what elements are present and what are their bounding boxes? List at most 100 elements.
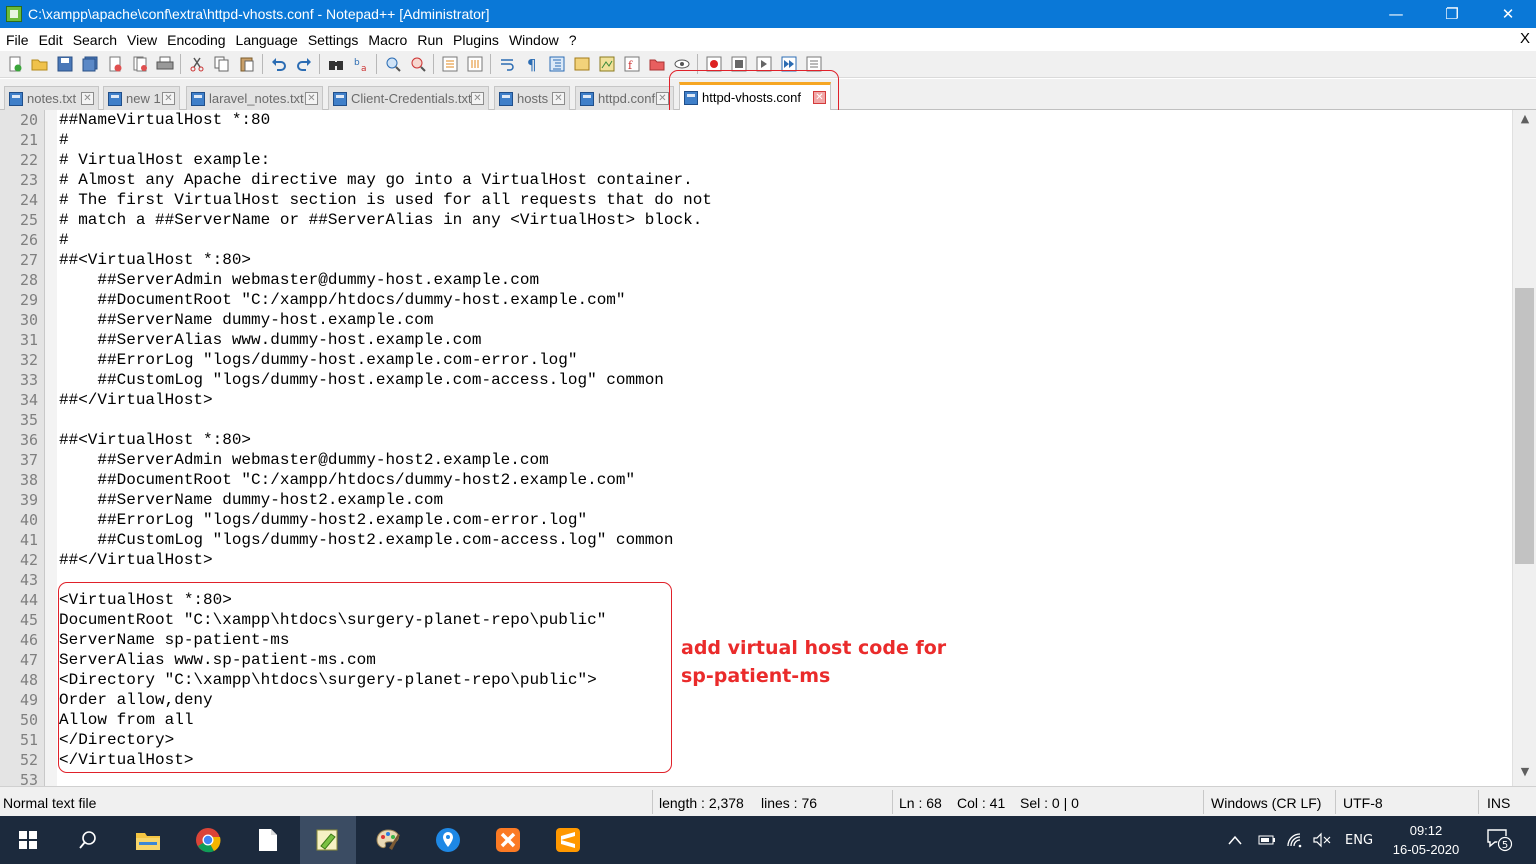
document-map-icon[interactable]: [596, 54, 617, 75]
undo-icon[interactable]: [268, 54, 289, 75]
menu-help[interactable]: ?: [563, 32, 581, 48]
print-icon[interactable]: [154, 54, 175, 75]
battery-tray-button[interactable]: [1256, 816, 1276, 864]
input-language-indicator[interactable]: ENG: [1345, 816, 1373, 864]
code-line[interactable]: ##<VirtualHost *:80>: [59, 430, 251, 450]
close-file-icon[interactable]: [104, 54, 125, 75]
code-line[interactable]: # VirtualHost example:: [59, 150, 270, 170]
zoom-in-icon[interactable]: [382, 54, 403, 75]
paste-icon[interactable]: [236, 54, 257, 75]
code-line[interactable]: ##DocumentRoot "C:/xampp/htdocs/dummy-ho…: [59, 470, 635, 490]
open-file-icon[interactable]: [29, 54, 50, 75]
code-line[interactable]: ##ServerAdmin webmaster@dummy-host.examp…: [59, 270, 539, 290]
function-list-icon[interactable]: f: [621, 54, 642, 75]
replace-icon[interactable]: ba: [350, 54, 371, 75]
scroll-down-icon[interactable]: ▼: [1513, 765, 1536, 783]
title-bar[interactable]: C:\xampp\apache\conf\extra\httpd-vhosts.…: [0, 0, 1536, 28]
tab-client-credentials-txt[interactable]: Client-Credentials.txt ✕: [328, 86, 489, 110]
code-line[interactable]: ##</VirtualHost>: [59, 390, 213, 410]
menu-plugins[interactable]: Plugins: [447, 32, 503, 48]
status-eol-format[interactable]: Windows (CR LF): [1211, 795, 1321, 811]
code-line[interactable]: ##<VirtualHost *:80>: [59, 250, 251, 270]
search-button[interactable]: [60, 816, 116, 864]
code-line[interactable]: # The first VirtualHost section is used …: [59, 190, 712, 210]
folder-workspace-icon[interactable]: [646, 54, 667, 75]
show-hidden-icons-button[interactable]: [1228, 816, 1242, 864]
menu-macro[interactable]: Macro: [362, 32, 411, 48]
tab-close-icon[interactable]: ✕: [81, 92, 94, 105]
scrollbar-thumb[interactable]: [1515, 288, 1534, 564]
menu-search[interactable]: Search: [67, 32, 121, 48]
sync-horizontal-icon[interactable]: [464, 54, 485, 75]
menu-settings[interactable]: Settings: [302, 32, 363, 48]
redo-icon[interactable]: [293, 54, 314, 75]
menu-view[interactable]: View: [121, 32, 161, 48]
tab-close-icon[interactable]: ✕: [162, 92, 175, 105]
tab-close-icon[interactable]: ✕: [471, 92, 484, 105]
code-line[interactable]: ##NameVirtualHost *:80: [59, 110, 270, 130]
menu-run[interactable]: Run: [411, 32, 447, 48]
code-line[interactable]: ##ServerName dummy-host2.example.com: [59, 490, 443, 510]
code-line[interactable]: # Almost any Apache directive may go int…: [59, 170, 693, 190]
vertical-scrollbar[interactable]: ▲ ▼: [1512, 110, 1536, 786]
minimize-button[interactable]: —: [1368, 0, 1424, 28]
sublime-text-button[interactable]: [540, 816, 596, 864]
close-all-icon[interactable]: [129, 54, 150, 75]
notepad-button[interactable]: [240, 816, 296, 864]
menu-language[interactable]: Language: [230, 32, 302, 48]
tab-laravel-notes-txt[interactable]: laravel_notes.txt ✕: [186, 86, 323, 110]
menu-edit[interactable]: Edit: [33, 32, 67, 48]
save-icon[interactable]: [54, 54, 75, 75]
code-line[interactable]: ##CustomLog "logs/dummy-host2.example.co…: [59, 530, 673, 550]
code-line[interactable]: ##ServerName dummy-host.example.com: [59, 310, 433, 330]
tab-hosts[interactable]: hosts ✕: [494, 86, 570, 110]
paint-button[interactable]: [360, 816, 416, 864]
system-clock[interactable]: 09:12 16-05-2020: [1378, 821, 1474, 859]
tab-new-1[interactable]: new 1 ✕: [103, 86, 180, 110]
notepad-plus-plus-taskbar-button[interactable]: [300, 816, 356, 864]
code-line[interactable]: ##ServerAlias www.dummy-host.example.com: [59, 330, 481, 350]
word-wrap-icon[interactable]: [496, 54, 517, 75]
action-center-button[interactable]: 5: [1486, 816, 1514, 864]
define-language-icon[interactable]: [571, 54, 592, 75]
code-line[interactable]: ##DocumentRoot "C:/xampp/htdocs/dummy-ho…: [59, 290, 625, 310]
sync-vertical-icon[interactable]: [439, 54, 460, 75]
wifi-tray-button[interactable]: [1286, 816, 1304, 864]
code-line[interactable]: ##CustomLog "logs/dummy-host.example.com…: [59, 370, 664, 390]
maximize-button[interactable]: ❐: [1424, 0, 1480, 28]
tab-httpd-conf[interactable]: httpd.conf ✕: [575, 86, 674, 110]
tab-close-icon[interactable]: ✕: [656, 92, 669, 105]
new-file-icon[interactable]: [4, 54, 25, 75]
start-button[interactable]: [0, 816, 56, 864]
scroll-up-icon[interactable]: ▲: [1513, 112, 1536, 130]
status-insert-mode[interactable]: INS: [1487, 795, 1510, 811]
menu-file[interactable]: File: [0, 32, 33, 48]
tab-close-icon[interactable]: ✕: [305, 92, 318, 105]
notepad-plus-plus-app-icon[interactable]: [6, 6, 22, 22]
menu-encoding[interactable]: Encoding: [161, 32, 229, 48]
maps-button[interactable]: [420, 816, 476, 864]
tab-notes-txt[interactable]: notes.txt ✕: [4, 86, 99, 110]
code-line[interactable]: #: [59, 130, 69, 150]
code-line[interactable]: ##</VirtualHost>: [59, 550, 213, 570]
tab-close-icon[interactable]: ✕: [552, 92, 565, 105]
indent-guide-icon[interactable]: [546, 54, 567, 75]
code-line[interactable]: ##ServerAdmin webmaster@dummy-host2.exam…: [59, 450, 548, 470]
show-all-characters-icon[interactable]: ¶: [521, 54, 542, 75]
cut-icon[interactable]: [186, 54, 207, 75]
copy-icon[interactable]: [211, 54, 232, 75]
file-explorer-button[interactable]: [120, 816, 176, 864]
close-document-button[interactable]: X: [1520, 30, 1530, 47]
zoom-out-icon[interactable]: [407, 54, 428, 75]
menu-window[interactable]: Window: [503, 32, 563, 48]
volume-tray-button[interactable]: [1312, 816, 1332, 864]
code-line[interactable]: ##ErrorLog "logs/dummy-host2.example.com…: [59, 510, 587, 530]
code-line[interactable]: # match a ##ServerName or ##ServerAlias …: [59, 210, 702, 230]
status-encoding[interactable]: UTF-8: [1343, 795, 1383, 811]
chrome-button[interactable]: [180, 816, 236, 864]
close-button[interactable]: ✕: [1480, 0, 1536, 28]
code-line[interactable]: #: [59, 230, 69, 250]
find-icon[interactable]: [325, 54, 346, 75]
xampp-button[interactable]: [480, 816, 536, 864]
code-line[interactable]: ##ErrorLog "logs/dummy-host.example.com-…: [59, 350, 577, 370]
